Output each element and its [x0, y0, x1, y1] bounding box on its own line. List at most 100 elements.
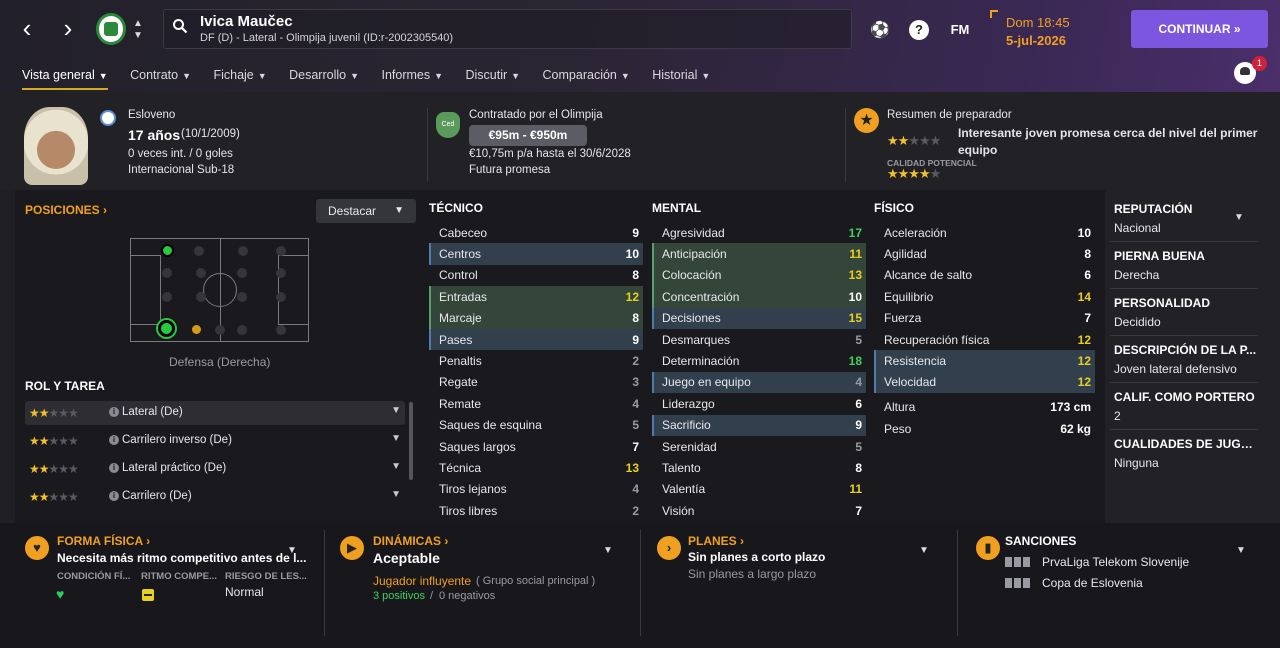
- attribute-value: 15: [848, 311, 862, 326]
- coach-star-icon: ★: [854, 108, 879, 133]
- tab-discutir[interactable]: Discutir ▼: [465, 68, 520, 88]
- attribute-row[interactable]: Talento 8: [652, 457, 866, 478]
- tab-fichaje[interactable]: Fichaje ▼: [213, 68, 266, 88]
- fitness-header[interactable]: FORMA FÍSICA ›: [57, 534, 150, 548]
- attribute-row[interactable]: Centros 10: [429, 243, 643, 265]
- chevron-down-icon[interactable]: ▼: [391, 405, 401, 416]
- info-icon[interactable]: i: [109, 491, 119, 501]
- position-dot[interactable]: [276, 325, 286, 335]
- next-player-icon[interactable]: ▼: [133, 30, 143, 41]
- tab-comparacion[interactable]: Comparación ▼: [543, 68, 630, 88]
- back-button[interactable]: ‹: [16, 15, 38, 41]
- position-dot[interactable]: [162, 292, 172, 302]
- position-dot[interactable]: [238, 246, 248, 256]
- chevron-down-icon[interactable]: ▼: [391, 433, 401, 444]
- attribute-row[interactable]: Liderazgo 6: [652, 393, 866, 414]
- attribute-row[interactable]: Aceleración 10: [874, 222, 1095, 243]
- attribute-row[interactable]: Control 8: [429, 265, 643, 286]
- attribute-row[interactable]: Juego en equipo 4: [652, 371, 866, 394]
- position-dot[interactable]: [196, 268, 206, 278]
- attribute-row[interactable]: Cabeceo 9: [429, 222, 643, 243]
- tab-historial[interactable]: Historial ▼: [652, 68, 710, 88]
- highlight-dropdown[interactable]: Destacar ▼: [316, 199, 416, 223]
- help-icon[interactable]: ?: [909, 20, 929, 40]
- fm-menu-button[interactable]: FM: [948, 20, 972, 40]
- tab-vista-general[interactable]: Vista general ▼: [22, 68, 108, 90]
- position-dot[interactable]: [162, 268, 172, 278]
- attribute-row[interactable]: Tiros lejanos 4: [429, 479, 643, 500]
- transfer-value[interactable]: €95m - €950m: [469, 125, 587, 146]
- position-dot-accomplished[interactable]: [192, 325, 201, 334]
- date-display[interactable]: Dom 18:45 5-jul-2026: [1006, 15, 1070, 48]
- position-dot[interactable]: [194, 246, 204, 256]
- attribute-row[interactable]: Anticipación 11: [652, 243, 866, 265]
- position-dot[interactable]: [196, 292, 206, 302]
- attribute-row[interactable]: Alcance de salto 6: [874, 265, 1095, 286]
- chevron-down-icon[interactable]: ▼: [391, 461, 401, 472]
- attribute-row[interactable]: Visión 7: [652, 500, 866, 521]
- position-dot[interactable]: [237, 325, 247, 335]
- chevron-down-icon: ▼: [620, 71, 630, 81]
- attribute-row[interactable]: Valentía 11: [652, 479, 866, 500]
- role-item[interactable]: ★★★★★ i Lateral (De) ▼: [25, 401, 405, 425]
- chevron-down-icon[interactable]: ▼: [603, 545, 613, 556]
- chevron-down-icon[interactable]: ▼: [1236, 545, 1246, 556]
- attribute-row[interactable]: Penaltis 2: [429, 350, 643, 371]
- info-value: Decidido: [1114, 315, 1161, 329]
- position-dot[interactable]: [237, 268, 247, 278]
- position-dot-natural[interactable]: [161, 244, 174, 257]
- roles-scrollbar[interactable]: [409, 402, 413, 480]
- chevron-down-icon[interactable]: ▼: [391, 489, 401, 500]
- position-dot[interactable]: [215, 325, 225, 335]
- attribute-row[interactable]: Pases 9: [429, 328, 643, 351]
- attribute-row[interactable]: Sacrificio 9: [652, 414, 866, 436]
- club-crest-icon[interactable]: [96, 13, 126, 45]
- attribute-row[interactable]: Agresividad 17: [652, 222, 866, 243]
- attribute-row[interactable]: Recuperación física 12: [874, 329, 1095, 350]
- attribute-row[interactable]: Tiros libres 2: [429, 500, 643, 521]
- attribute-row[interactable]: Desmarques 5: [652, 329, 866, 350]
- role-item[interactable]: ★★★★★ i Lateral práctico (De) ▼: [25, 457, 405, 481]
- attribute-row[interactable]: Serenidad 5: [652, 436, 866, 457]
- position-dot[interactable]: [276, 268, 286, 278]
- tab-desarrollo[interactable]: Desarrollo ▼: [289, 68, 359, 88]
- attribute-row[interactable]: Velocidad 12: [874, 371, 1095, 394]
- info-icon[interactable]: i: [109, 407, 119, 417]
- tab-contrato[interactable]: Contrato ▼: [130, 68, 191, 88]
- chevron-down-icon[interactable]: ▼: [919, 545, 929, 556]
- position-dot-selected[interactable]: [158, 320, 175, 337]
- attribute-row[interactable]: Colocación 13: [652, 264, 866, 287]
- attribute-row[interactable]: Resistencia 12: [874, 350, 1095, 372]
- ball-icon[interactable]: ⚽: [870, 20, 890, 40]
- social-role: Jugador influyente: [373, 574, 472, 588]
- attribute-row[interactable]: Remate 4: [429, 393, 643, 414]
- attribute-row[interactable]: Agilidad 8: [874, 243, 1095, 264]
- attribute-row[interactable]: Saques largos 7: [429, 436, 643, 457]
- position-dot[interactable]: [237, 292, 247, 302]
- attribute-row[interactable]: Saques de esquina 5: [429, 415, 643, 436]
- attribute-row[interactable]: Equilibrio 14: [874, 286, 1095, 307]
- attribute-row[interactable]: Concentración 10: [652, 286, 866, 308]
- attribute-row[interactable]: Fuerza 7: [874, 308, 1095, 329]
- attribute-row[interactable]: Entradas 12: [429, 286, 643, 308]
- position-dot[interactable]: [276, 292, 286, 302]
- role-item[interactable]: ★★★★★ i Carrilero inverso (De) ▼: [25, 429, 405, 453]
- international-caps: 0 veces int. / 0 goles: [128, 148, 233, 160]
- dynamics-header[interactable]: DINÁMICAS ›: [373, 534, 448, 548]
- attribute-row[interactable]: Determinación 18: [652, 350, 866, 371]
- chevron-down-icon: ▼: [350, 71, 360, 81]
- tab-informes[interactable]: Informes ▼: [381, 68, 443, 88]
- positions-header[interactable]: POSICIONES ›: [25, 203, 107, 217]
- forward-button[interactable]: ›: [57, 15, 79, 41]
- attribute-row[interactable]: Decisiones 15: [652, 307, 866, 329]
- previous-player-icon[interactable]: ▲: [133, 18, 143, 29]
- attribute-row[interactable]: Técnica 13: [429, 457, 643, 478]
- position-dot[interactable]: [276, 246, 286, 256]
- attribute-row[interactable]: Marcaje 8: [429, 307, 643, 329]
- role-item[interactable]: ★★★★★ i Carrilero (De) ▼: [25, 485, 405, 509]
- attribute-row[interactable]: Regate 3: [429, 372, 643, 393]
- continue-button[interactable]: CONTINUAR »: [1131, 10, 1268, 48]
- info-icon[interactable]: i: [109, 463, 119, 473]
- plans-header[interactable]: PLANES ›: [688, 534, 744, 548]
- info-icon[interactable]: i: [109, 435, 119, 445]
